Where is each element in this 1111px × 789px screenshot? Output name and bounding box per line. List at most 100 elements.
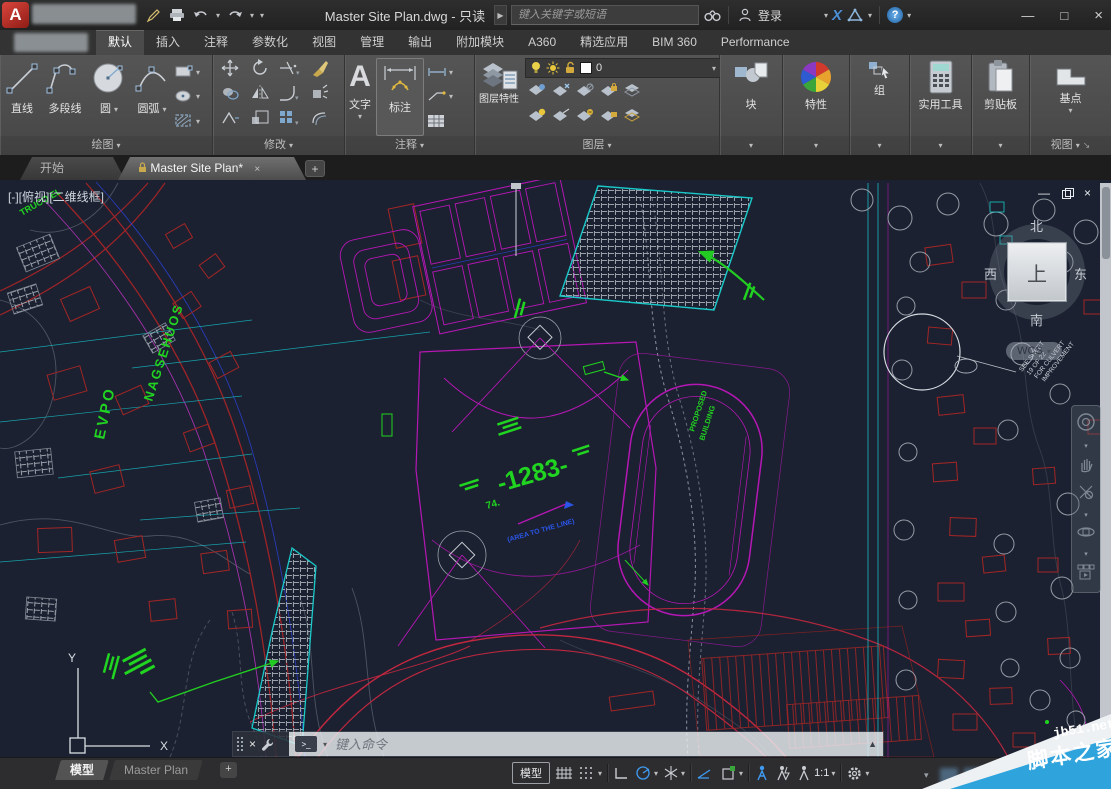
command-history-up-icon[interactable]: ▲: [868, 739, 877, 749]
viewport-controls-label[interactable]: [-][俯视][二维线框]: [8, 188, 104, 205]
zoom-extents-icon[interactable]: [1077, 483, 1095, 506]
properties-button[interactable]: 特性: [794, 58, 838, 136]
annotation-scale-button[interactable]: 1:1▾: [796, 765, 835, 781]
mirror-icon[interactable]: [250, 84, 270, 107]
viewcube-south[interactable]: 南: [1030, 310, 1043, 329]
layout-tab-master-plan[interactable]: Master Plan: [109, 760, 203, 780]
fillet-icon[interactable]: ▾: [278, 84, 302, 107]
search-binoculars-icon[interactable]: [703, 7, 721, 23]
annotation-autoscale-toggle[interactable]: [775, 765, 791, 781]
text-dropdown[interactable]: ▾: [358, 112, 362, 121]
clipboard-panel-expand[interactable]: ▾: [972, 136, 1029, 155]
command-close-icon[interactable]: ×: [249, 737, 256, 751]
layer-match-icon[interactable]: [551, 107, 571, 128]
linear-dimension-button[interactable]: ▾: [427, 66, 453, 78]
grid-display-toggle[interactable]: [555, 765, 573, 781]
a360-dropdown[interactable]: ▾: [868, 11, 872, 20]
basepoint-dropdown[interactable]: ▾: [1068, 106, 1072, 115]
block-panel-expand[interactable]: ▾: [720, 136, 782, 155]
zoom-dropdown[interactable]: ▾: [1084, 511, 1088, 519]
ribbon-tab-view[interactable]: 视图: [300, 30, 348, 55]
view-panel-title[interactable]: 视图 ▾ ↘: [1030, 136, 1111, 155]
drag-handle-icon[interactable]: [237, 737, 244, 752]
view-panel-expand-icon[interactable]: ↘: [1083, 140, 1091, 150]
utilities-button[interactable]: 实用工具: [917, 58, 965, 136]
clipboard-paste-button[interactable]: 剪贴板: [982, 58, 1019, 136]
ribbon-tab-addins[interactable]: 附加模块: [444, 30, 516, 55]
explode-icon[interactable]: [310, 84, 330, 107]
drawing-minimize-button[interactable]: —: [1038, 186, 1050, 200]
layer-select[interactable]: 0 ▾: [525, 58, 721, 78]
drawing-close-button[interactable]: ×: [1084, 186, 1091, 200]
layer-freeze-icon[interactable]: [551, 82, 571, 103]
file-tab-drawing[interactable]: Master Site Plan* ×: [118, 157, 306, 180]
minimize-button[interactable]: —: [1021, 8, 1034, 23]
undo-icon[interactable]: [192, 7, 210, 23]
draw-panel-title[interactable]: 绘图 ▾: [0, 136, 212, 155]
undo-dropdown[interactable]: ▾: [216, 11, 220, 20]
customize-wrench-icon[interactable]: [261, 738, 274, 751]
layer-make-current-icon[interactable]: [527, 107, 547, 128]
infocenter-collapse-icon[interactable]: ▶: [494, 5, 507, 25]
ribbon-tab-insert[interactable]: 插入: [144, 30, 192, 55]
orbit-dropdown[interactable]: ▾: [1084, 550, 1088, 558]
ribbon-tab-a360[interactable]: A360: [516, 30, 568, 55]
layer-off-icon[interactable]: [575, 82, 595, 103]
rotate-icon[interactable]: [250, 58, 270, 83]
scale-icon[interactable]: [250, 109, 270, 132]
ribbon-tab-annotate[interactable]: 注释: [192, 30, 240, 55]
search-input[interactable]: [511, 5, 699, 25]
a360-icon[interactable]: [846, 7, 864, 23]
layer-merge-icon[interactable]: [623, 107, 643, 128]
dimension-button[interactable]: 标注: [376, 58, 424, 136]
ellipse-button[interactable]: ▾: [174, 89, 200, 103]
ribbon-tab-parametric[interactable]: 参数化: [240, 30, 300, 55]
showmotion-icon[interactable]: [1076, 563, 1096, 586]
annotation-visibility-toggle[interactable]: [754, 765, 770, 781]
snap-mode-toggle[interactable]: ▾: [578, 765, 602, 781]
navigation-wheel-icon[interactable]: [1076, 412, 1096, 437]
table-button[interactable]: [427, 114, 453, 128]
customization-gear-icon[interactable]: ▾: [846, 765, 869, 782]
rectangle-button[interactable]: ▾: [174, 65, 200, 79]
drawing-canvas[interactable]: TRUCO EL EVPO NAGSEHUOS -1283- 74. (AREA…: [0, 180, 1111, 757]
new-layout-button[interactable]: +: [220, 762, 237, 778]
status-overflow-dropdown[interactable]: ▾: [924, 770, 929, 781]
model-tab[interactable]: 模型: [55, 760, 109, 780]
recent-commands-dropdown[interactable]: ▾: [323, 740, 327, 749]
layer-isolate-icon[interactable]: [527, 82, 547, 103]
arc-dropdown[interactable]: ▾: [163, 105, 167, 114]
pan-hand-icon[interactable]: [1077, 455, 1095, 478]
erase-icon[interactable]: [310, 58, 330, 83]
new-drawing-tab-button[interactable]: +: [305, 160, 325, 177]
layers-panel-title[interactable]: 图层 ▾: [475, 136, 719, 155]
isometric-drafting-toggle[interactable]: ▾: [663, 765, 685, 781]
layer-properties-button[interactable]: 图层特性: [477, 58, 521, 136]
redo-icon[interactable]: [226, 7, 244, 23]
file-tab-start[interactable]: 开始: [20, 157, 125, 180]
drawing-restore-button[interactable]: [1062, 188, 1072, 198]
offset-icon[interactable]: [310, 109, 330, 132]
trim-icon[interactable]: ▾: [278, 58, 302, 83]
annotation-panel-title[interactable]: 注释 ▾: [345, 136, 474, 155]
maximize-button[interactable]: □: [1060, 8, 1068, 23]
model-space-button[interactable]: 模型: [512, 762, 550, 784]
scrollbar-thumb[interactable]: [1102, 187, 1110, 259]
arc-button[interactable]: 圆弧 ▾: [130, 58, 174, 136]
orbit-icon[interactable]: [1076, 524, 1096, 545]
viewcube-north[interactable]: 北: [1030, 216, 1043, 235]
layer-select-dropdown[interactable]: ▾: [712, 64, 716, 73]
ortho-toggle[interactable]: [613, 766, 629, 780]
command-prompt-icon[interactable]: >_: [295, 736, 317, 752]
file-tab-close-icon[interactable]: ×: [254, 164, 260, 175]
ribbon-tab-bim360[interactable]: BIM 360: [640, 30, 709, 55]
layer-lock-icon[interactable]: [599, 82, 619, 103]
layer-prev-icon[interactable]: [575, 107, 595, 128]
array-icon[interactable]: ▾: [278, 109, 302, 132]
groups-panel-expand[interactable]: ▾: [850, 136, 909, 155]
object-snap-toggle[interactable]: ▾: [719, 765, 743, 781]
circle-button[interactable]: 圆 ▾: [88, 58, 130, 136]
line-button[interactable]: 直线: [2, 58, 42, 136]
viewcube-top-face[interactable]: 上: [1007, 242, 1067, 302]
properties-panel-expand[interactable]: ▾: [783, 136, 849, 155]
